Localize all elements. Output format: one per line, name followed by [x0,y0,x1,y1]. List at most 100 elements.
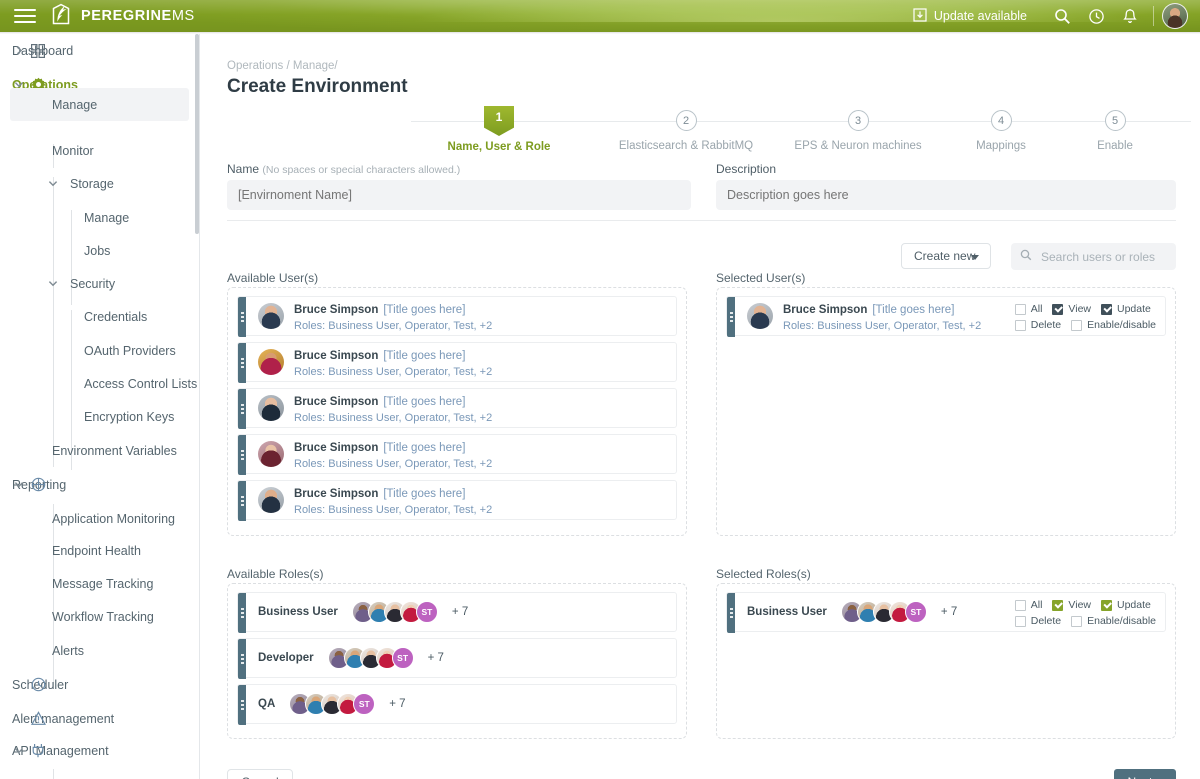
drag-handle-icon[interactable] [238,435,246,475]
cancel-button[interactable]: Cancel [227,769,293,779]
chevron-down-icon[interactable] [14,480,24,490]
sidebar-item-reporting[interactable]: Reporting [0,468,199,501]
sidebar-item-monitor[interactable]: Monitor [0,134,199,167]
checkbox-enable[interactable] [1071,319,1083,331]
user-list-item[interactable]: Bruce Simpson [Title goes here] Roles: Bus… [237,434,677,475]
checkbox-delete[interactable] [1014,319,1026,331]
user-list-item[interactable]: Bruce Simpson [Title goes here] Roles: Bus… [237,480,677,521]
sidebar-item-label: Workflow Tracking [52,609,154,624]
drag-handle-icon[interactable] [727,297,735,337]
search-users-roles[interactable] [1011,243,1176,270]
stepper-step-4[interactable]: 4 Mappings [941,86,1061,152]
drag-handle-icon[interactable] [238,481,246,521]
stepper-step-3[interactable]: 3 EPS & Neuron machines [794,86,922,152]
sidebar-item-security[interactable]: Security [0,267,199,300]
permission-enable[interactable]: Enable/disable [1071,615,1156,627]
drag-handle-icon[interactable] [238,639,246,679]
sidebar-item-application-monitoring[interactable]: Application Monitoring [0,502,199,535]
sidebar-item-environment-variables[interactable]: Environment Variables [0,434,199,467]
chevron-down-icon[interactable] [48,179,58,189]
checkbox-all[interactable] [1014,599,1026,611]
permission-view[interactable]: View [1052,303,1091,315]
permission-enable[interactable]: Enable/disable [1071,319,1156,331]
role-list-item[interactable]: QA ST + 7 [237,684,677,725]
checkbox-all[interactable] [1014,303,1026,315]
user-list-item[interactable]: Bruce Simpson [Title goes here] Roles: Bus… [237,296,677,337]
checkbox-delete[interactable] [1014,615,1026,627]
sidebar-item-message-tracking[interactable]: Message Tracking [0,567,199,600]
sidebar-item-manage[interactable]: Manage [0,201,199,234]
drag-handle-icon[interactable] [238,297,246,337]
sidebar-item-alerts[interactable]: Alerts [0,634,199,667]
checkbox-update[interactable] [1101,599,1112,611]
checkbox-enable[interactable] [1071,615,1083,627]
chevron-down-icon [971,255,979,260]
bell-icon[interactable] [1113,0,1147,32]
sidebar-item-storage[interactable]: Storage [0,167,199,200]
permission-label-delete: Delete [1030,615,1062,627]
role-list-item[interactable]: Business User ST + 7 All View Update Delete Ena… [726,592,1166,633]
sidebar-item-encryption-keys[interactable]: Encryption Keys [0,400,199,433]
sidebar-item-scheduler[interactable]: Scheduler [0,668,199,701]
sidebar-item-api-management[interactable]: API Management [0,734,199,767]
next-button[interactable]: Next > [1114,769,1176,779]
sidebar-item-manage[interactable]: Manage [10,88,189,121]
search-icon[interactable] [1045,0,1079,32]
clock-history-icon[interactable] [1079,0,1113,32]
drag-handle-icon[interactable] [727,593,735,633]
chevron-right-icon[interactable] [14,46,24,56]
stepper-step-2[interactable]: 2 Elasticsearch & RabbitMQ [619,86,753,152]
name-input[interactable] [227,180,691,210]
role-list-item[interactable]: Business User ST + 7 [237,592,677,633]
permission-all[interactable]: All [1014,599,1042,611]
create-new-dropdown[interactable]: Create new [901,243,991,269]
user-list-item[interactable]: Bruce Simpson [Title goes here] Roles: Bus… [726,296,1166,337]
header-shadow [0,32,1200,34]
sidebar-item-alert-management[interactable]: Alert management [0,702,199,735]
checkbox-view[interactable] [1052,303,1064,315]
chevron-down-icon[interactable] [14,746,24,756]
stepper-step-number: 5 [1104,110,1126,131]
description-input[interactable] [716,180,1176,210]
avatar[interactable] [1162,3,1188,29]
sidebar-item-workflow-tracking[interactable]: Workflow Tracking [0,600,199,633]
sidebar-item-dashboard[interactable]: Dashboard [0,34,199,67]
permission-all[interactable]: All [1014,303,1042,315]
checkbox-update[interactable] [1101,303,1112,315]
name-field-label: Name (No spaces or special characters al… [227,162,461,176]
stepper-step-number: 3 [847,110,869,131]
sidebar-item-endpoint-health[interactable]: Endpoint Health [0,534,199,567]
drag-handle-icon[interactable] [238,343,246,383]
drag-handle-icon[interactable] [238,389,246,429]
more-members-count: + 7 [940,606,958,618]
user-title: [Title goes here] [383,487,466,500]
sidebar-item-oauth-providers[interactable]: OAuth Providers [0,334,199,367]
user-title: [Title goes here] [872,303,955,316]
hamburger-menu-icon[interactable] [14,8,36,24]
permission-update[interactable]: Update [1101,599,1151,611]
stepper-step-5[interactable]: 5 Enable [1055,86,1175,152]
stepper-step-1[interactable]: 1 Name, User & Role [439,86,559,153]
sidebar-item-label: Access Control Lists [84,376,198,391]
chevron-down-icon[interactable] [48,279,58,289]
sidebar-item-credentials[interactable]: Credentials [0,300,199,333]
user-list-item[interactable]: Bruce Simpson [Title goes here] Roles: Bus… [237,342,677,383]
checkbox-view[interactable] [1052,599,1064,611]
permission-delete[interactable]: Delete [1014,615,1062,627]
selected-roles-list: Business User ST + 7 All View Update Delete Ena… [717,584,1175,633]
permission-update[interactable]: Update [1101,303,1151,315]
role-list-item[interactable]: Developer ST + 7 [237,638,677,679]
brand-logo[interactable]: PEREGRINEMS [50,3,195,28]
search-input[interactable] [1039,248,1169,265]
update-available-button[interactable]: Update available [913,7,1027,25]
sidebar-item-access-control-lists[interactable]: Access Control Lists [0,367,199,400]
permission-view[interactable]: View [1052,599,1091,611]
drag-handle-icon[interactable] [238,593,246,633]
permission-delete[interactable]: Delete [1014,319,1061,331]
permission-grid: All View Update Delete Enable/disable [1014,303,1156,331]
wizard-stepper: 1 Name, User & Role 2 Elasticsearch & Rabbi… [411,86,1191,153]
drag-handle-icon[interactable] [238,685,246,725]
user-list-item[interactable]: Bruce Simpson [Title goes here] Roles: Bus… [237,388,677,429]
user-title: [Title goes here] [383,303,466,316]
sidebar-item-jobs[interactable]: Jobs [0,234,199,267]
